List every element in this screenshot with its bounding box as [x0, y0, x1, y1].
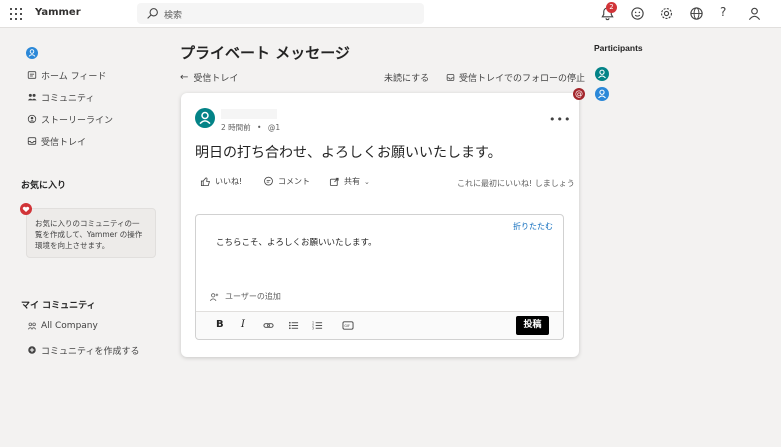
stop-following-label: 受信トレイでのフォローの停止	[459, 74, 586, 84]
app-launcher-icon[interactable]	[10, 8, 22, 20]
like-button[interactable]: いいね!	[200, 176, 242, 187]
search-input[interactable]: 検索	[137, 3, 424, 24]
svg-text:3: 3	[312, 327, 314, 331]
comment-icon	[264, 176, 273, 186]
comment-button[interactable]: コメント	[263, 176, 310, 187]
chevron-down-icon: ⌄	[364, 177, 370, 186]
link-icon[interactable]	[263, 320, 274, 331]
top-bar: Yammer 検索 2 ?	[0, 0, 781, 28]
mention-icon: @	[573, 88, 585, 100]
numbered-list-icon[interactable]: 123	[312, 320, 323, 331]
formatting-toolbar	[196, 311, 563, 339]
storyline-icon	[27, 114, 37, 124]
participants-title: Participants	[594, 43, 643, 53]
community-icon	[27, 321, 37, 331]
add-circle-icon	[27, 345, 37, 355]
globe-icon[interactable]	[689, 6, 704, 21]
heart-icon	[20, 203, 32, 215]
first-like-text: これに最初にいいね! しましょう	[457, 179, 575, 188]
user-avatar[interactable]	[26, 47, 38, 59]
inbox-icon	[27, 136, 37, 146]
share-button[interactable]: 共有 ⌄	[329, 176, 370, 187]
app-title[interactable]: Yammer	[35, 7, 81, 18]
nav-item-inbox[interactable]: 受信トレイ	[27, 134, 86, 148]
profile-icon[interactable]	[747, 6, 762, 21]
post-time[interactable]: 2 時間前	[221, 123, 251, 132]
author-avatar[interactable]	[195, 108, 215, 128]
person-icon	[28, 49, 36, 57]
italic-button[interactable]: I	[241, 319, 245, 330]
add-person-icon	[209, 292, 219, 301]
nav-item-home-feed[interactable]: ホーム フィード	[27, 68, 106, 82]
gear-icon[interactable]	[659, 6, 674, 21]
message-text: 明日の打ち合わせ、よろしくお願いいたします。	[195, 145, 502, 161]
emoji-icon[interactable]	[630, 6, 645, 21]
like-label: いいね!	[215, 177, 243, 186]
participant-avatar[interactable]	[595, 67, 609, 81]
stop-following-button[interactable]: 受信トレイでのフォローの停止	[446, 71, 585, 84]
help-icon[interactable]: ?	[720, 5, 726, 19]
nav-item-all-company[interactable]: All Company	[27, 319, 98, 333]
arrow-left-icon: ←	[180, 72, 189, 83]
favorites-title: お気に入り	[21, 181, 67, 191]
nav-item-label: All Company	[41, 321, 98, 331]
nav-item-label: ホーム フィード	[41, 71, 107, 82]
search-icon	[147, 8, 158, 19]
home-feed-icon	[27, 70, 37, 80]
thumbs-up-icon	[200, 177, 210, 187]
nav-item-storyline[interactable]: ストーリーライン	[27, 112, 113, 126]
person-icon	[598, 69, 606, 79]
bullet-list-icon[interactable]	[288, 320, 299, 331]
nav-item-label: ストーリーライン	[41, 115, 114, 126]
nav-item-community[interactable]: コミュニティ	[27, 90, 94, 104]
inbox-icon	[446, 74, 455, 81]
share-icon	[329, 177, 339, 187]
person-icon	[199, 111, 211, 125]
community-icon	[27, 92, 37, 102]
add-user-label: ユーザーの追加	[225, 292, 281, 301]
nav-item-label: コミュニティ	[41, 93, 95, 104]
author-name[interactable]	[221, 109, 277, 119]
back-to-inbox-link[interactable]: ← 受信トレイ	[180, 71, 238, 84]
collapse-link[interactable]: 折りたたむ	[513, 221, 553, 232]
nav-item-label: 受信トレイ	[41, 137, 87, 148]
svg-text:GIF: GIF	[344, 324, 350, 328]
mention-count: @1	[267, 123, 281, 132]
back-label: 受信トレイ	[193, 74, 239, 84]
participant-avatar[interactable]	[595, 87, 609, 101]
comment-label: コメント	[278, 177, 310, 186]
favorites-hint: お気に入りのコミュニティの一覧を作成して、Yammer の操作環境を向上させます…	[26, 208, 156, 258]
post-meta: 2 時間前 • @1	[221, 123, 281, 132]
person-icon	[598, 89, 606, 99]
add-user-button[interactable]: ユーザーの追加	[209, 291, 281, 302]
more-options-icon[interactable]: •••	[549, 113, 571, 126]
post-button[interactable]: 投稿	[516, 316, 549, 335]
gif-icon[interactable]: GIF	[342, 320, 354, 331]
search-placeholder: 検索	[164, 11, 183, 21]
share-label: 共有	[344, 177, 360, 186]
bold-button[interactable]: B	[216, 319, 224, 330]
create-community-label: コミュニティを作成する	[41, 346, 140, 357]
create-community-button[interactable]: コミュニティを作成する	[27, 343, 139, 357]
my-communities-title: マイ コミュニティ	[21, 301, 96, 311]
mark-unread-button[interactable]: 未読にする	[384, 71, 429, 84]
page-title: プライベート メッセージ	[180, 44, 350, 62]
notification-badge: 2	[606, 2, 617, 13]
reply-text-input[interactable]: こちらこそ、よろしくお願いいたします。	[216, 236, 377, 248]
